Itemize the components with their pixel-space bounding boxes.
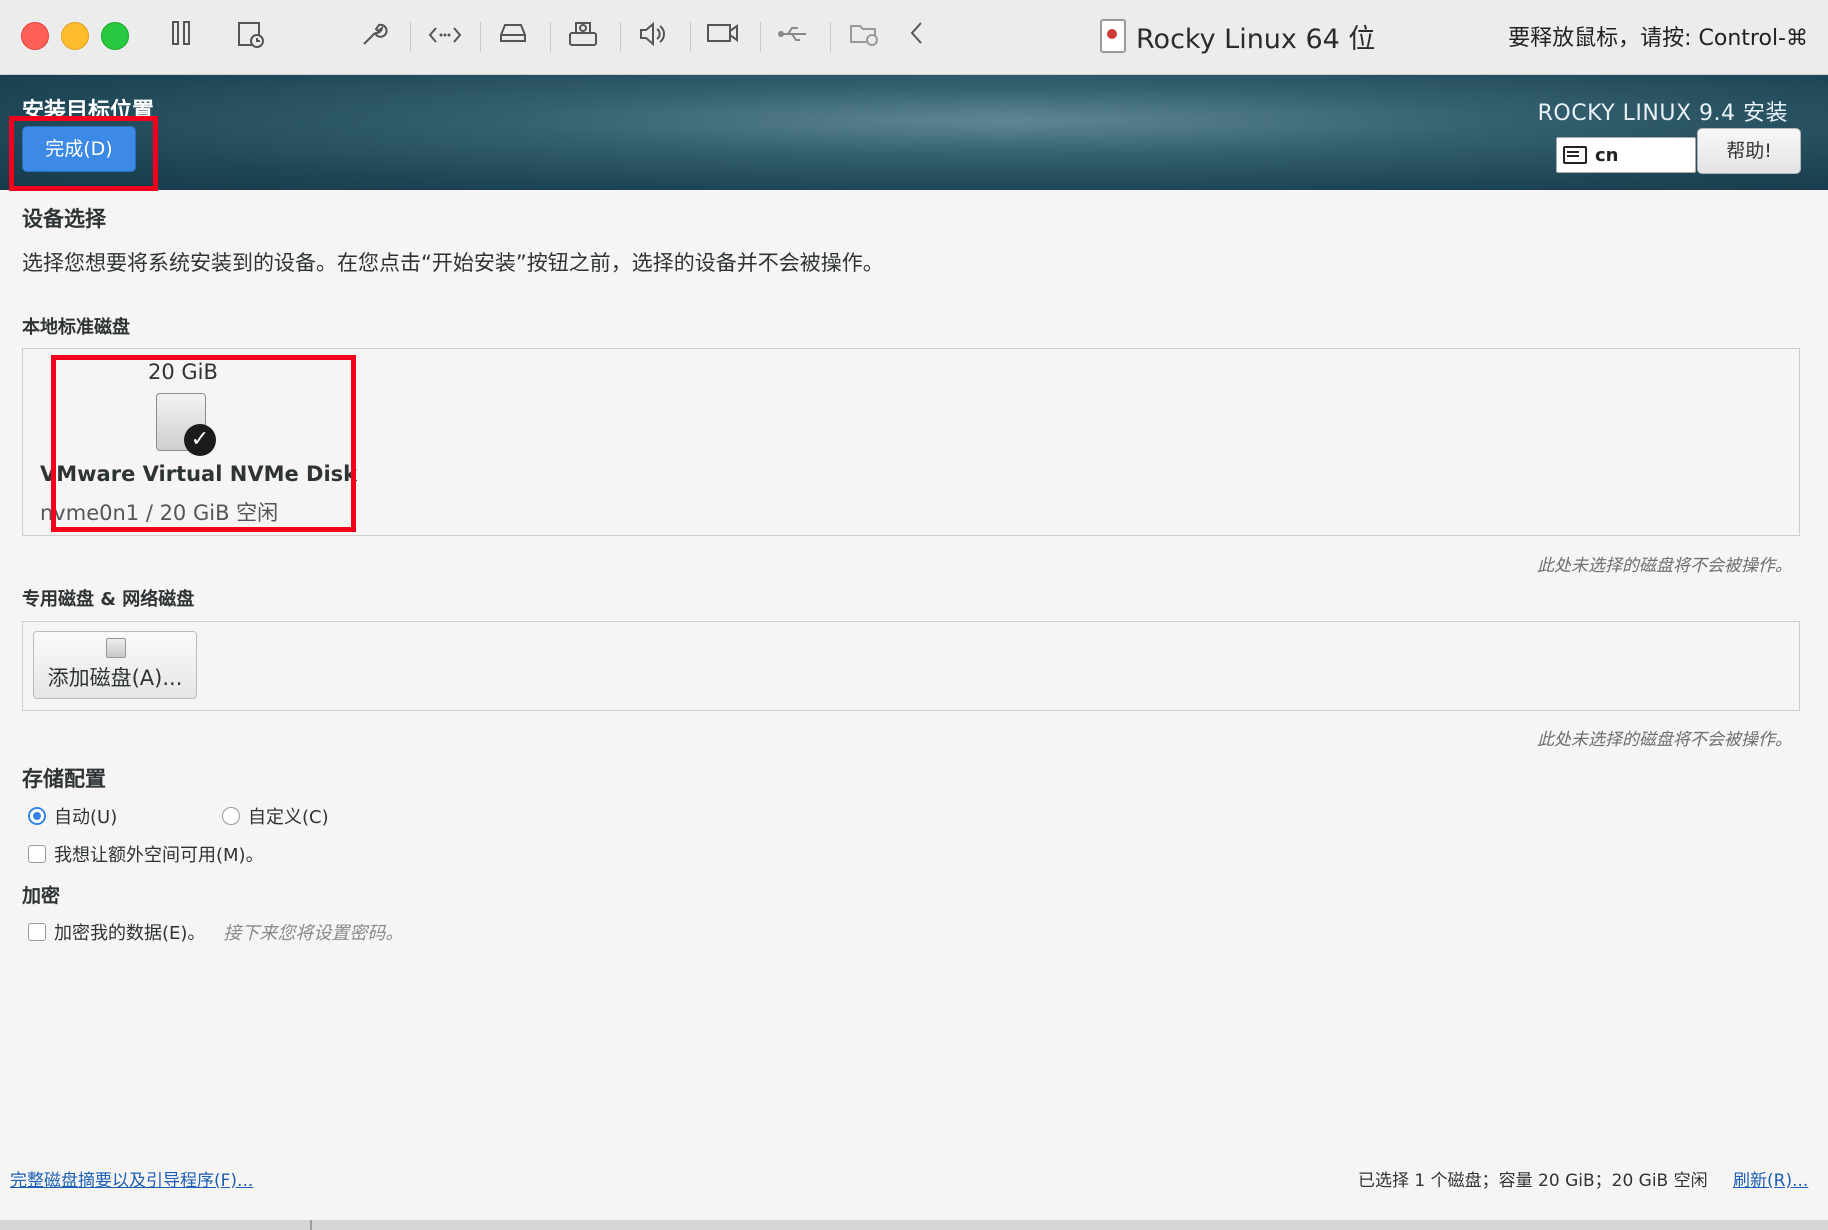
unselected-disks-hint: 此处未选择的磁盘将不会被操作。 — [1537, 556, 1792, 576]
camera-icon[interactable] — [706, 20, 740, 54]
auto-partition-option[interactable]: 自动(U) — [28, 803, 117, 829]
disk-drive-icon[interactable] — [496, 20, 530, 54]
window-title-text: Rocky Linux 64 位 — [1136, 23, 1376, 55]
printer-icon[interactable] — [566, 20, 600, 54]
encrypt-label: 加密我的数据(E)。 — [54, 923, 206, 944]
installer-header: 安装目标位置 完成(D) ROCKY LINUX 9.4 安装 cn 帮助! — [0, 75, 1828, 190]
encrypt-hint: 接下来您将设置密码。 — [223, 923, 404, 944]
device-selection-title: 设备选择 — [22, 207, 106, 231]
extra-space-label: 我想让额外空间可用(M)。 — [54, 845, 264, 866]
code-icon[interactable] — [428, 20, 462, 54]
toolbar-separator — [480, 22, 481, 52]
shared-folder-icon[interactable] — [848, 20, 882, 54]
settings-wrench-icon[interactable] — [356, 20, 390, 54]
product-title: ROCKY LINUX 9.4 安装 — [1537, 101, 1788, 126]
vm-window-titlebar: Rocky Linux 64 位 要释放鼠标，请按: Control-⌘ — [0, 0, 1828, 75]
pause-icon[interactable] — [164, 20, 198, 54]
keyboard-layout-label: cn — [1595, 144, 1619, 166]
disk-icon — [106, 638, 126, 658]
add-disk-label: 添加磁盘(A)... — [47, 666, 183, 690]
done-button-highlight — [9, 116, 158, 191]
installer-screen: 安装目标位置 完成(D) ROCKY LINUX 9.4 安装 cn 帮助! 设… — [0, 75, 1828, 1220]
collapse-chevron-icon[interactable] — [900, 20, 934, 54]
zoom-window-button[interactable] — [101, 22, 129, 50]
custom-label: 自定义(C) — [248, 807, 329, 828]
full-disk-summary-link[interactable]: 完整磁盘摘要以及引导程序(F)... — [10, 1166, 253, 1191]
auto-label: 自动(U) — [54, 807, 118, 828]
keyboard-layout-indicator[interactable]: cn — [1556, 137, 1696, 173]
extra-space-checkbox[interactable] — [28, 845, 46, 863]
add-disk-button[interactable]: 添加磁盘(A)... — [33, 631, 197, 699]
encrypt-option[interactable]: 加密我的数据(E)。 接下来您将设置密码。 — [28, 919, 403, 945]
toolbar-separator — [410, 22, 411, 52]
unselected-disks-hint-2: 此处未选择的磁盘将不会被操作。 — [1537, 730, 1792, 750]
extra-space-option[interactable]: 我想让额外空间可用(M)。 — [28, 841, 264, 867]
storage-config-title: 存储配置 — [22, 767, 106, 791]
toolbar-separator — [760, 22, 761, 52]
refresh-link[interactable]: 刷新(R)... — [1733, 1166, 1808, 1191]
auto-radio[interactable] — [28, 807, 46, 825]
special-disks-panel — [22, 621, 1800, 711]
keyboard-icon — [1563, 146, 1587, 164]
custom-radio[interactable] — [222, 807, 240, 825]
device-selection-description: 选择您想要将系统安装到的设备。在您点击“开始安装”按钮之前，选择的设备并不会被操… — [22, 251, 884, 275]
encryption-title: 加密 — [22, 885, 61, 907]
local-disks-title: 本地标准磁盘 — [22, 317, 130, 338]
disk-selection-summary: 已选择 1 个磁盘；容量 20 GiB；20 GiB 空闲 — [1358, 1171, 1708, 1191]
minimize-window-button[interactable] — [61, 22, 89, 50]
toolbar-separator — [550, 22, 551, 52]
disk-highlight — [51, 355, 356, 532]
window-title: Rocky Linux 64 位 — [1100, 16, 1375, 56]
toolbar-separator — [690, 22, 691, 52]
mouse-release-hint: 要释放鼠标，请按: Control-⌘ — [1508, 26, 1808, 51]
encrypt-checkbox[interactable] — [28, 923, 46, 941]
special-disks-title: 专用磁盘 & 网络磁盘 — [22, 589, 195, 610]
vm-document-icon — [1100, 19, 1126, 53]
snapshot-icon[interactable] — [234, 20, 268, 54]
custom-partition-option[interactable]: 自定义(C) — [222, 803, 329, 829]
toolbar-separator — [620, 22, 621, 52]
usb-icon[interactable] — [776, 20, 810, 54]
window-bottom-edge — [0, 1220, 1828, 1230]
close-window-button[interactable] — [21, 22, 49, 50]
toolbar-separator — [830, 22, 831, 52]
window-divider — [310, 1220, 312, 1230]
volume-icon[interactable] — [636, 20, 670, 54]
help-button[interactable]: 帮助! — [1697, 128, 1801, 174]
